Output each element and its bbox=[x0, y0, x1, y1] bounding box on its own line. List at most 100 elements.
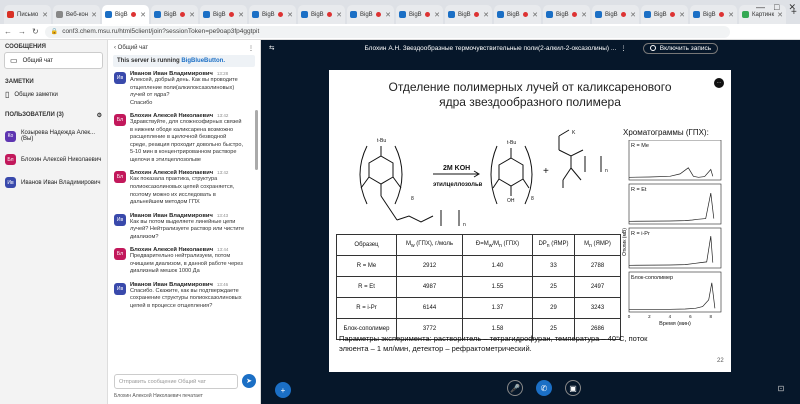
x-tick-label: 0 bbox=[628, 314, 631, 319]
notes-icon: ▯ bbox=[5, 90, 10, 99]
minimize-button[interactable]: — bbox=[756, 2, 765, 13]
bigbluebutton-link[interactable]: BigBlueButton. bbox=[181, 58, 225, 64]
chat-message: Бл Блохин Алексей Николаевич 13:42 Как пока… bbox=[108, 166, 260, 208]
close-tab-icon[interactable]: ✕ bbox=[434, 11, 440, 19]
public-chat-label: Общий чат bbox=[22, 57, 54, 64]
message-line: Предварительно нейтрализуем, потом bbox=[130, 253, 231, 260]
tab-favicon bbox=[644, 11, 651, 18]
browser-tab[interactable]: BigB ✕ bbox=[445, 5, 492, 24]
close-tab-icon[interactable]: ✕ bbox=[287, 11, 293, 19]
browser-tab[interactable]: BigB ✕ bbox=[592, 5, 639, 24]
browser-tab[interactable]: BigB ✕ bbox=[249, 5, 296, 24]
table-cell: R = i-Pr bbox=[336, 297, 397, 319]
x-tick-label: 4 bbox=[669, 314, 672, 319]
avatar: Ив bbox=[5, 177, 16, 188]
recording-dot-icon bbox=[473, 12, 479, 17]
reload-icon[interactable]: ↻ bbox=[32, 27, 39, 36]
forward-arrow-icon[interactable]: → bbox=[18, 27, 26, 36]
message-line: лучей? Нейтрализуете раствор или чистите bbox=[130, 226, 245, 233]
browser-tab[interactable]: BigB ✕ bbox=[494, 5, 541, 24]
tab-label: BigB bbox=[409, 11, 422, 18]
chat-message-input[interactable]: Отправить сообщение Общий чат bbox=[114, 374, 238, 389]
tab-favicon bbox=[252, 11, 259, 18]
back-arrow-icon[interactable]: ← bbox=[4, 27, 12, 36]
user-list-item[interactable]: Ко Козырева Надежда Алек...(Вы) bbox=[0, 127, 107, 145]
tab-label: BigB bbox=[164, 11, 177, 18]
params-line-2: элюента – 1 мл/мин, детектор – рефрактом… bbox=[339, 343, 532, 353]
message-line: дальнейшем методом ГПХ bbox=[130, 199, 200, 206]
record-button[interactable]: Включить запись bbox=[642, 42, 719, 54]
close-tab-icon[interactable]: ✕ bbox=[728, 11, 734, 19]
table-cell: 1.37 bbox=[462, 297, 533, 319]
avatar: Ив bbox=[114, 282, 126, 295]
share-screen-button[interactable]: ⊡ bbox=[773, 380, 789, 396]
message-text: Алексей, добрый день. Как вы проводите от… bbox=[130, 77, 254, 107]
calixarene-bracket-left bbox=[359, 145, 368, 205]
close-tab-icon[interactable]: ✕ bbox=[385, 11, 391, 19]
tab-label: BigB bbox=[262, 11, 275, 18]
close-tab-icon[interactable]: ✕ bbox=[91, 11, 97, 19]
message-line: цепей в процессе отщепления? bbox=[130, 303, 213, 310]
browser-tab[interactable]: BigB ✕ bbox=[151, 5, 198, 24]
chat-scrollbar[interactable] bbox=[255, 110, 258, 170]
slide-options-icon[interactable]: ⋯ bbox=[714, 78, 724, 88]
toggle-panel-icon[interactable]: ⇆ bbox=[269, 44, 274, 52]
maximize-button[interactable]: □ bbox=[774, 2, 779, 13]
table-row: R = i-Pr 6144 1.37 29 3243 bbox=[336, 297, 621, 319]
chromatogram-curve bbox=[628, 167, 714, 178]
series-label: Блок-сополимер bbox=[631, 275, 673, 281]
browser-tab[interactable]: BigB ✕ bbox=[347, 5, 394, 24]
avatar: Ко bbox=[5, 130, 16, 142]
actions-plus-button[interactable]: + bbox=[275, 382, 291, 398]
user-list-item[interactable]: Ив Иванов Иван Владимирович bbox=[0, 174, 107, 191]
user-list-item[interactable]: Бл Блохин Алексей Николаевич bbox=[0, 151, 107, 168]
leave-audio-button[interactable]: ✆ bbox=[536, 380, 552, 396]
close-tab-icon[interactable]: ✕ bbox=[336, 11, 342, 19]
tab-favicon bbox=[448, 11, 455, 18]
close-tab-icon[interactable]: ✕ bbox=[483, 11, 489, 19]
close-tab-icon[interactable]: ✕ bbox=[532, 11, 538, 19]
public-chat-item[interactable]: ▭ Общий чат bbox=[4, 52, 103, 69]
close-tab-icon[interactable]: ✕ bbox=[189, 11, 195, 19]
browser-tab[interactable]: BigB ✕ bbox=[543, 5, 590, 24]
share-webcam-button[interactable]: ▣ bbox=[565, 380, 581, 396]
browser-tab[interactable]: Письмо ✕ bbox=[4, 5, 51, 24]
meeting-menu-icon[interactable]: ⋮ bbox=[620, 44, 627, 52]
message-line: поэтому можно их исследовать в bbox=[130, 191, 216, 198]
chromatogram-curve bbox=[629, 282, 716, 310]
chat-title: Общий чат bbox=[117, 45, 149, 51]
browser-tab[interactable]: BigB ✕ bbox=[396, 5, 443, 24]
close-window-button[interactable]: ✕ bbox=[788, 2, 796, 13]
browser-tab[interactable]: BigB ✕ bbox=[200, 5, 247, 24]
browser-tab[interactable]: BigB ✕ bbox=[102, 5, 149, 24]
mute-mic-button[interactable]: 🎤 bbox=[507, 380, 523, 396]
close-tab-icon[interactable]: ✕ bbox=[238, 11, 244, 19]
recording-dot-icon bbox=[228, 12, 234, 17]
close-tab-icon[interactable]: ✕ bbox=[679, 11, 685, 19]
tab-favicon bbox=[399, 11, 406, 18]
url-field[interactable]: 🔒 conf3.chem.msu.ru/html5client/join?ses… bbox=[44, 25, 730, 38]
browser-tab[interactable]: Веб-кон ✕ bbox=[53, 5, 100, 24]
close-tab-icon[interactable]: ✕ bbox=[581, 11, 587, 19]
tab-favicon bbox=[105, 11, 112, 18]
window-controls: — □ ✕ bbox=[756, 2, 796, 13]
close-tab-icon[interactable]: ✕ bbox=[42, 11, 48, 19]
message-time: 13:46 bbox=[216, 281, 229, 287]
close-tab-icon[interactable]: ✕ bbox=[140, 11, 146, 19]
browser-tab[interactable]: BigB ✕ bbox=[690, 5, 737, 24]
experiment-parameters: Параметры эксперимента: растворитель – т… bbox=[339, 334, 724, 354]
browser-tab[interactable]: BigB ✕ bbox=[298, 5, 345, 24]
user-list-panel: СООБЩЕНИЯ ▭ Общий чат ЗАМЕТКИ ▯ Общие за… bbox=[0, 40, 108, 404]
avatar: Бл bbox=[114, 114, 126, 127]
close-tab-icon[interactable]: ✕ bbox=[630, 11, 636, 19]
tab-label: Веб-кон bbox=[66, 11, 89, 18]
meeting-title: Блохин А.Н. Звездообразные термочувствит… bbox=[364, 44, 617, 52]
gear-icon[interactable]: ⚙ bbox=[97, 112, 102, 119]
table-cell: 29 bbox=[532, 297, 575, 319]
chat-menu-icon[interactable]: ⋮ bbox=[248, 45, 254, 52]
message-time: 13:44 bbox=[217, 247, 229, 253]
back-chevron-icon[interactable]: ‹ bbox=[114, 45, 116, 51]
shared-notes-item[interactable]: ▯ Общие заметки bbox=[0, 87, 107, 102]
browser-tab[interactable]: BigB ✕ bbox=[641, 5, 688, 24]
send-button[interactable]: ➤ bbox=[242, 374, 256, 388]
